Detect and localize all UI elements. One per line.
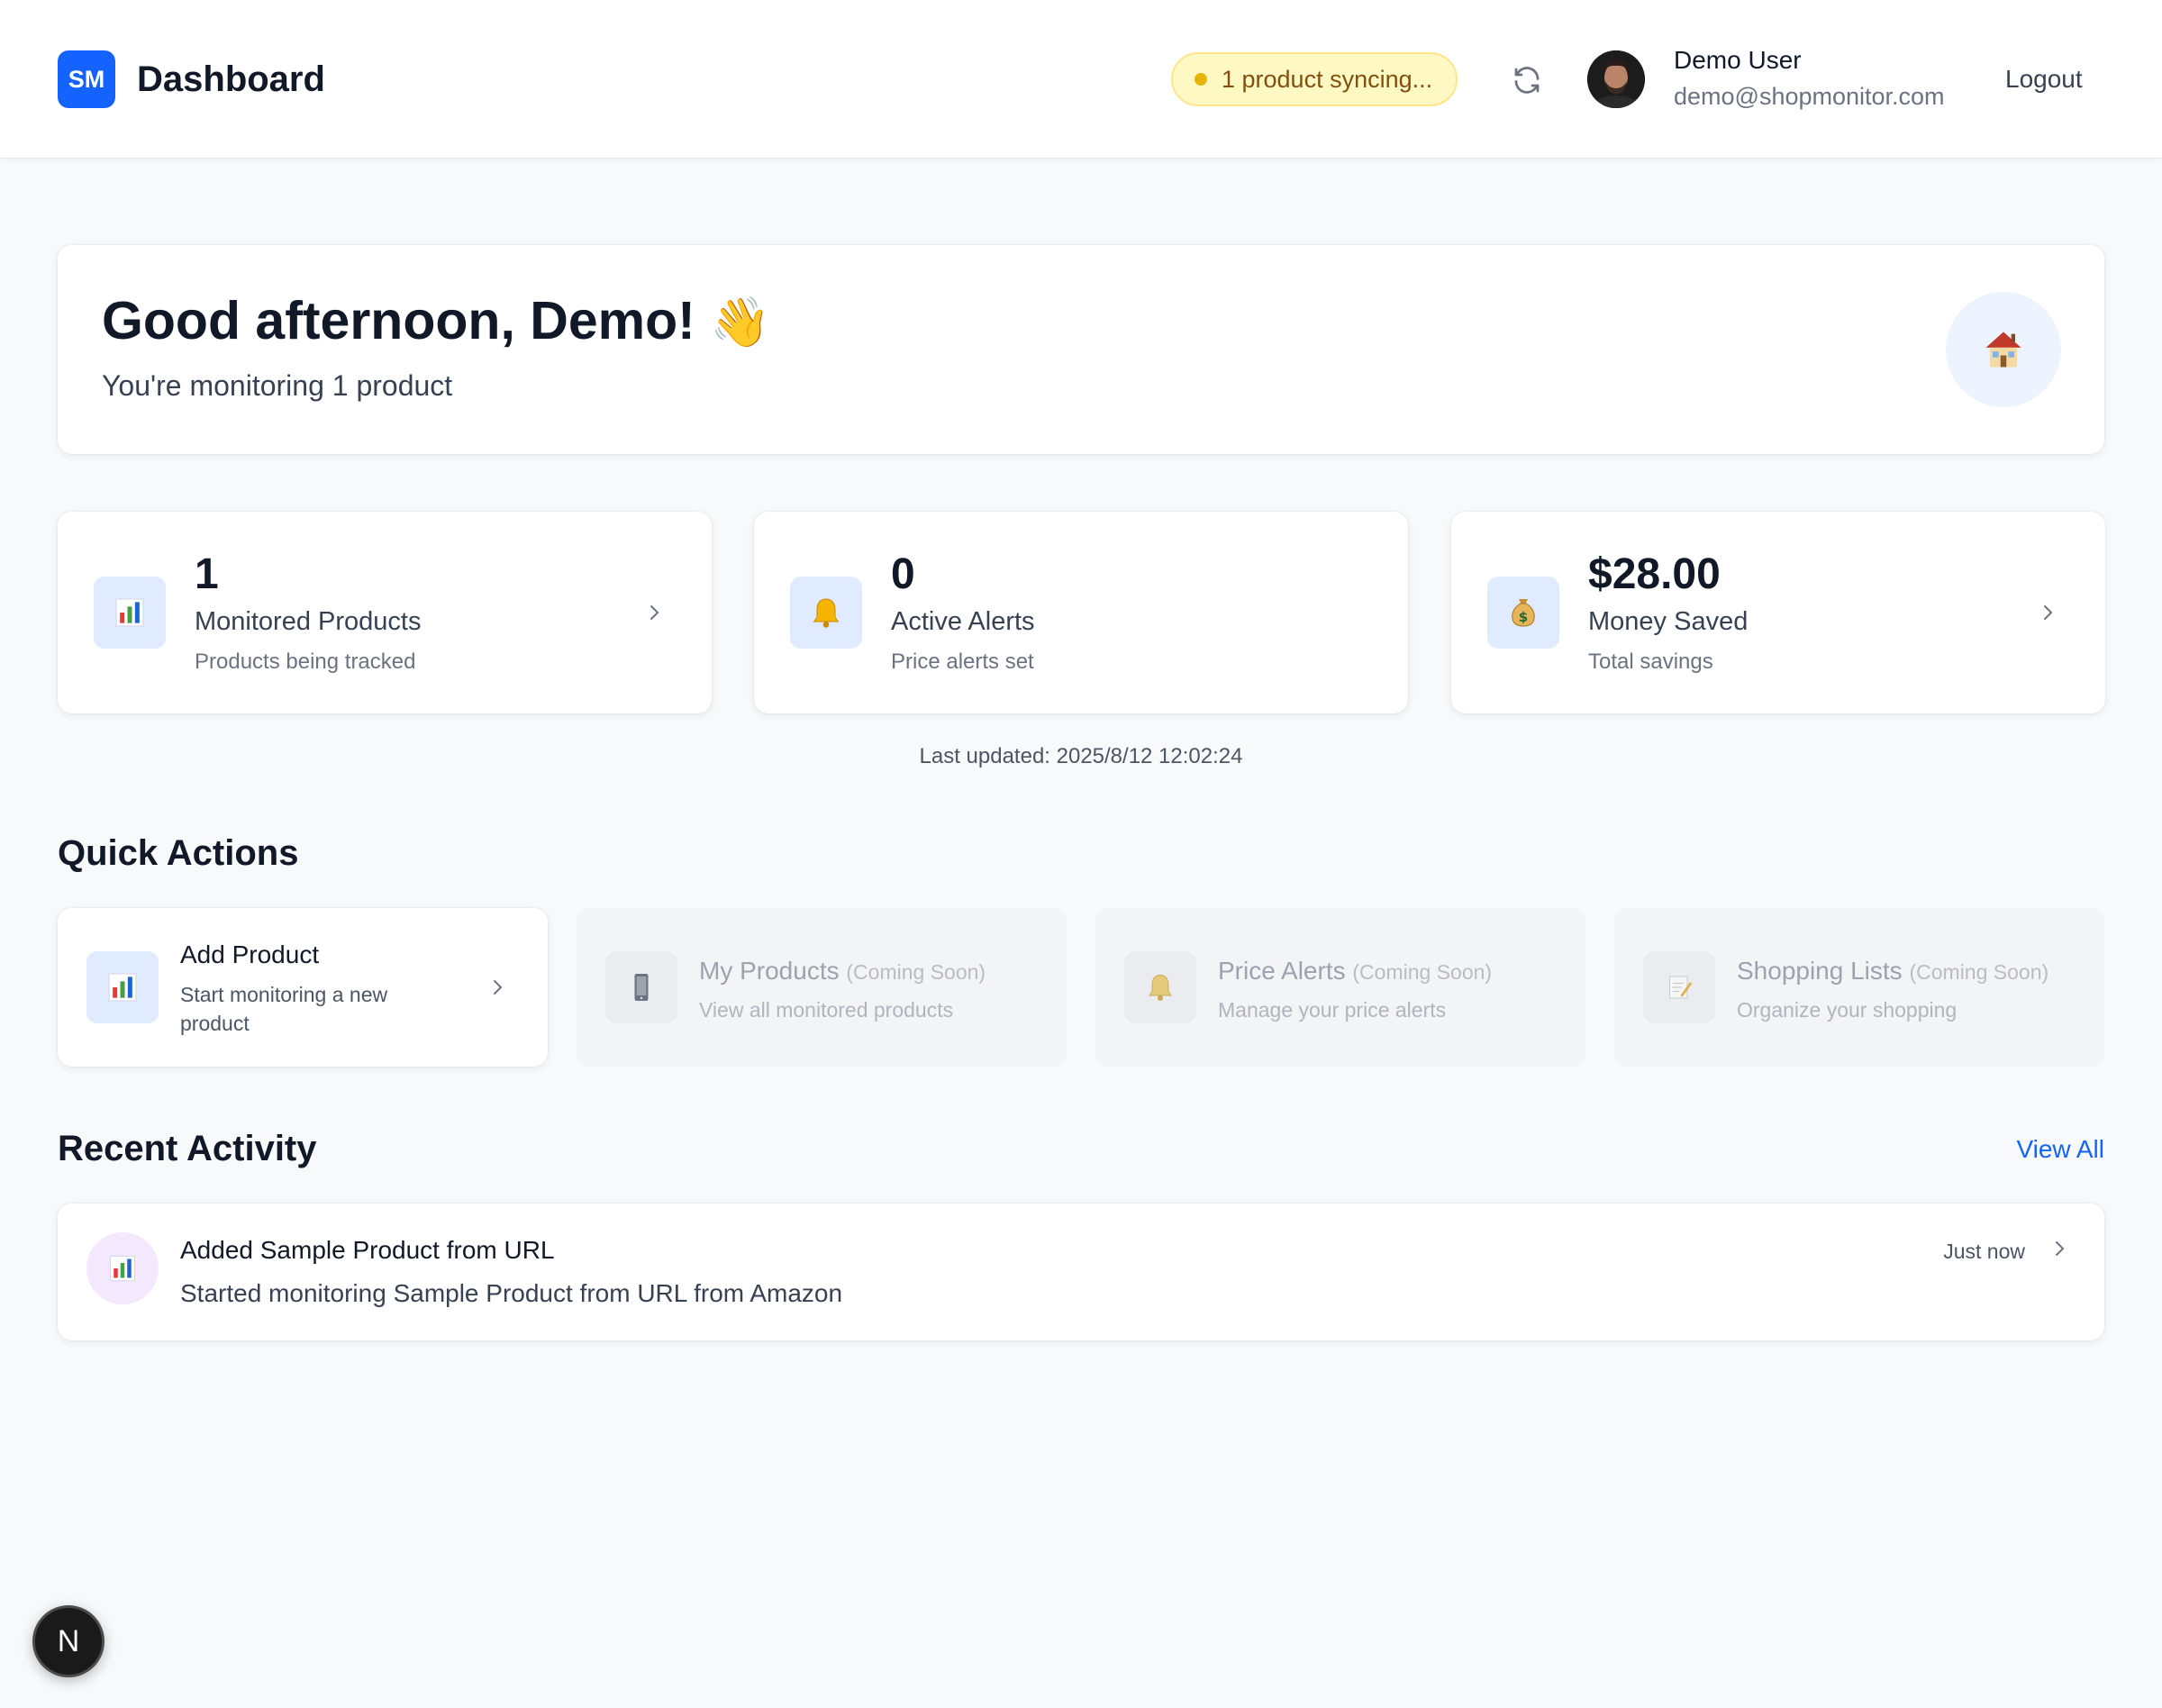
chevron-right-icon — [2041, 1231, 2077, 1267]
chevron-right-icon — [2030, 595, 2066, 631]
sync-dot-icon — [1195, 73, 1207, 86]
top-header: SM Dashboard 1 product syncing... Demo U… — [0, 0, 2162, 159]
stat-value: $28.00 — [1588, 550, 1721, 598]
quick-action-my-products: My Products (Coming Soon) View all monit… — [577, 908, 1067, 1067]
greeting-title: Good afternoon, Demo! 👋 — [102, 288, 770, 355]
svg-text:$: $ — [1519, 609, 1528, 625]
greeting-subtitle: You're monitoring 1 product — [102, 369, 453, 402]
quick-action-label-text: Price Alerts — [1218, 957, 1346, 985]
user-name: Demo User — [1674, 46, 1802, 74]
quick-action-add-product[interactable]: Add Product Start monitoring a new produ… — [58, 908, 548, 1067]
quick-action-description: Organize your shopping — [1737, 998, 1958, 1022]
sync-status-badge: 1 product syncing... — [1171, 52, 1458, 106]
quick-action-label-text: My Products — [699, 957, 840, 985]
quick-action-shopping-lists: Shopping Lists (Coming Soon) Organize yo… — [1614, 908, 2104, 1067]
coming-soon-badge: (Coming Soon) — [1909, 960, 2049, 984]
stat-card-monitored-products[interactable]: 1 Monitored Products Products being trac… — [58, 512, 712, 713]
bell-icon — [790, 577, 862, 649]
page-title: Dashboard — [137, 59, 325, 99]
logo-text: SM — [68, 65, 105, 93]
sync-status-text: 1 product syncing... — [1222, 65, 1433, 93]
stat-card-money-saved[interactable]: $ $28.00 Money Saved Total savings — [1451, 512, 2105, 713]
stat-description: Total savings — [1588, 650, 1713, 674]
memo-icon — [1643, 951, 1715, 1023]
quick-action-label: Shopping Lists (Coming Soon) — [1737, 955, 2048, 988]
activity-description: Started monitoring Sample Product from U… — [180, 1279, 843, 1307]
stat-label: Monitored Products — [195, 607, 422, 636]
quick-action-label-text: Shopping Lists — [1737, 957, 1903, 985]
bar-chart-icon — [86, 1232, 159, 1304]
bar-chart-icon — [86, 951, 159, 1023]
bar-chart-icon — [94, 577, 166, 649]
chevron-right-icon — [479, 969, 515, 1005]
stat-card-active-alerts: 0 Active Alerts Price alerts set — [754, 512, 1408, 713]
bell-icon — [1124, 951, 1196, 1023]
coming-soon-badge: (Coming Soon) — [846, 960, 986, 984]
dev-tools-badge[interactable]: N — [32, 1605, 104, 1677]
refresh-icon — [1514, 67, 1540, 94]
logout-button[interactable]: Logout — [2005, 63, 2083, 95]
greeting-card: Good afternoon, Demo! 👋 You're monitorin… — [58, 245, 2104, 454]
user-email: demo@shopmonitor.com — [1674, 83, 1945, 110]
phone-icon — [605, 951, 677, 1023]
greeting-text: Good afternoon, Demo! — [102, 291, 695, 350]
recent-activity-heading: Recent Activity — [58, 1129, 317, 1168]
waving-hand-icon: 👋 — [710, 294, 771, 350]
activity-time: Just now — [1943, 1240, 2025, 1263]
stat-value: 1 — [195, 550, 219, 598]
quick-action-price-alerts: Price Alerts (Coming Soon) Manage your p… — [1095, 908, 1585, 1067]
quick-action-label: My Products (Coming Soon) — [699, 955, 986, 988]
money-bag-icon: $ — [1487, 577, 1559, 649]
house-icon — [1946, 292, 2061, 407]
quick-actions-heading: Quick Actions — [58, 833, 299, 873]
last-updated-timestamp: Last updated: 2025/8/12 12:02:24 — [919, 744, 1243, 768]
avatar-image — [1587, 50, 1645, 108]
chevron-right-icon — [636, 595, 672, 631]
view-all-link[interactable]: View All — [2016, 1133, 2104, 1166]
app-logo[interactable]: SM — [58, 50, 115, 108]
quick-action-description: Manage your price alerts — [1218, 998, 1447, 1022]
quick-action-label: Price Alerts (Coming Soon) — [1218, 955, 1492, 988]
stat-value: 0 — [891, 550, 915, 598]
stat-description: Price alerts set — [891, 650, 1034, 674]
coming-soon-badge: (Coming Soon) — [1352, 960, 1493, 984]
activity-title: Added Sample Product from URL — [180, 1236, 555, 1264]
user-avatar[interactable] — [1587, 50, 1645, 108]
stat-label: Active Alerts — [891, 607, 1035, 636]
refresh-button[interactable] — [1504, 58, 1549, 103]
quick-action-description: View all monitored products — [699, 998, 954, 1022]
quick-action-label: Add Product — [180, 940, 320, 968]
activity-item[interactable]: Added Sample Product from URL Started mo… — [58, 1204, 2104, 1340]
stat-label: Money Saved — [1588, 607, 1749, 636]
dev-badge-letter: N — [57, 1623, 80, 1658]
stat-description: Products being tracked — [195, 650, 416, 674]
quick-action-description: Start monitoring a new product — [180, 983, 388, 1035]
